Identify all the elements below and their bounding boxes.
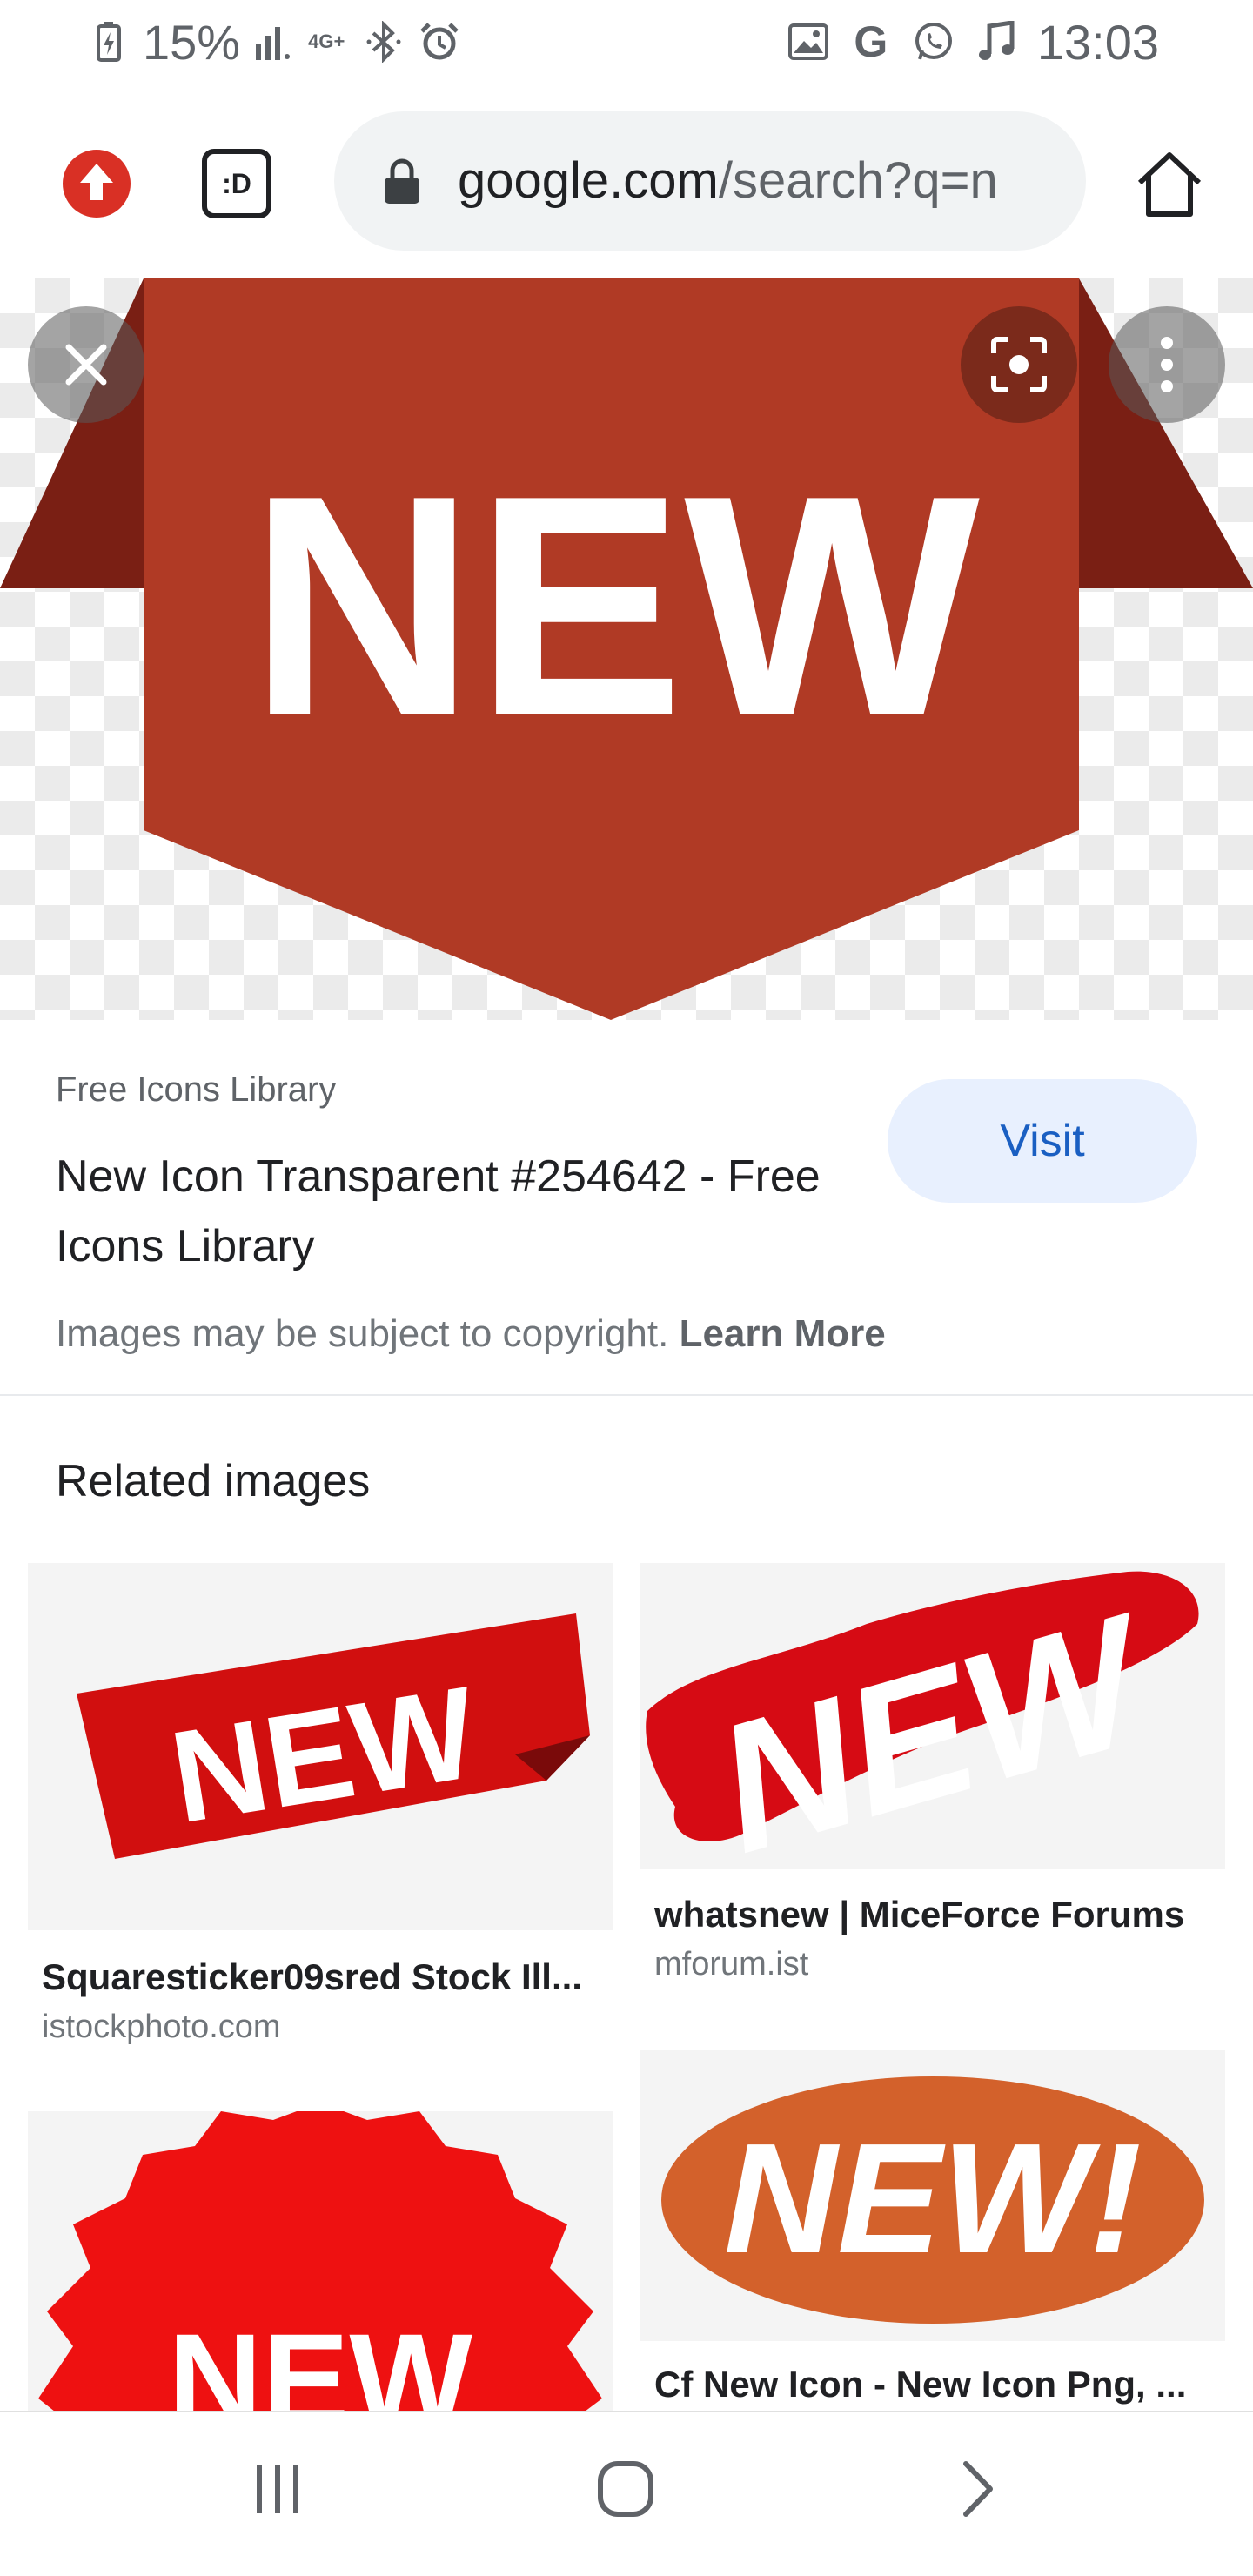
- lock-icon[interactable]: [383, 158, 421, 205]
- copyright-text: Images may be subject to copyright.: [56, 1312, 669, 1355]
- home-circle-icon[interactable]: [586, 2454, 665, 2524]
- learn-more-link[interactable]: Learn More: [680, 1312, 886, 1355]
- oval-text: NEW!: [724, 2111, 1142, 2286]
- image-title[interactable]: New Icon Transparent #254642 - Free Icon…: [56, 1142, 856, 1281]
- recents-icon[interactable]: [238, 2454, 317, 2524]
- starburst-image: NEW: [38, 2111, 602, 2411]
- signal-icon: [252, 20, 296, 64]
- more-vert-icon[interactable]: [1109, 306, 1225, 423]
- update-icon[interactable]: [63, 150, 131, 218]
- source-name[interactable]: Free Icons Library: [56, 1070, 336, 1110]
- brush-new-image: NEW: [646, 1571, 1199, 1869]
- copyright-notice: Images may be subject to copyright. Lear…: [56, 1312, 886, 1356]
- home-icon[interactable]: [1131, 146, 1208, 223]
- battery-charging-icon: [87, 20, 131, 64]
- related-title-2[interactable]: whatsnew | MiceForce Forums: [654, 1894, 1211, 1935]
- network-4g-icon: 4G+: [308, 30, 345, 52]
- tab-switcher-icon[interactable]: :D: [202, 149, 271, 218]
- banner-text: NEW: [249, 431, 982, 781]
- url-domain: google.com: [458, 152, 719, 209]
- oval-new-image: NEW!: [661, 2076, 1204, 2324]
- related-source-2[interactable]: mforum.ist: [654, 1946, 808, 1983]
- divider: [0, 1394, 1253, 1396]
- url-path: /search?q=n: [718, 152, 998, 209]
- visit-button[interactable]: Visit: [888, 1079, 1197, 1203]
- related-images-heading: Related images: [56, 1456, 371, 1506]
- battery-percent: 15%: [143, 14, 241, 70]
- whatsapp-icon: [912, 20, 955, 64]
- related-image-1[interactable]: NEW: [28, 1563, 613, 1930]
- related-image-4[interactable]: NEW!: [640, 2050, 1225, 2341]
- tab-switcher-label: :D: [222, 167, 251, 199]
- url-text[interactable]: google.com/search?q=n: [458, 146, 1067, 216]
- alarm-icon: [418, 20, 461, 64]
- bluetooth-icon: [362, 20, 405, 64]
- status-right: G 13:03: [787, 14, 1159, 70]
- sticker-image: NEW: [77, 1613, 590, 1859]
- related-source-1[interactable]: istockphoto.com: [42, 2009, 281, 2046]
- related-title-1[interactable]: Squaresticker09sred Stock Ill...: [42, 1956, 599, 1998]
- back-icon[interactable]: [938, 2454, 1016, 2524]
- related-image-2[interactable]: NEW: [640, 1563, 1225, 1869]
- music-icon: [975, 20, 1018, 64]
- clock: 13:03: [1036, 14, 1159, 70]
- lens-icon[interactable]: [961, 306, 1077, 423]
- close-icon[interactable]: [28, 306, 144, 423]
- status-bar: 15% 4G+ G 13:03: [0, 0, 1253, 87]
- gallery-icon: [787, 20, 830, 64]
- starburst-text: NEW: [168, 2306, 472, 2411]
- related-image-3[interactable]: NEW: [28, 2111, 613, 2411]
- status-left: 15% 4G+: [87, 14, 461, 70]
- google-icon: G: [854, 17, 888, 66]
- related-title-4[interactable]: Cf New Icon - New Icon Png, ...: [654, 2364, 1208, 2405]
